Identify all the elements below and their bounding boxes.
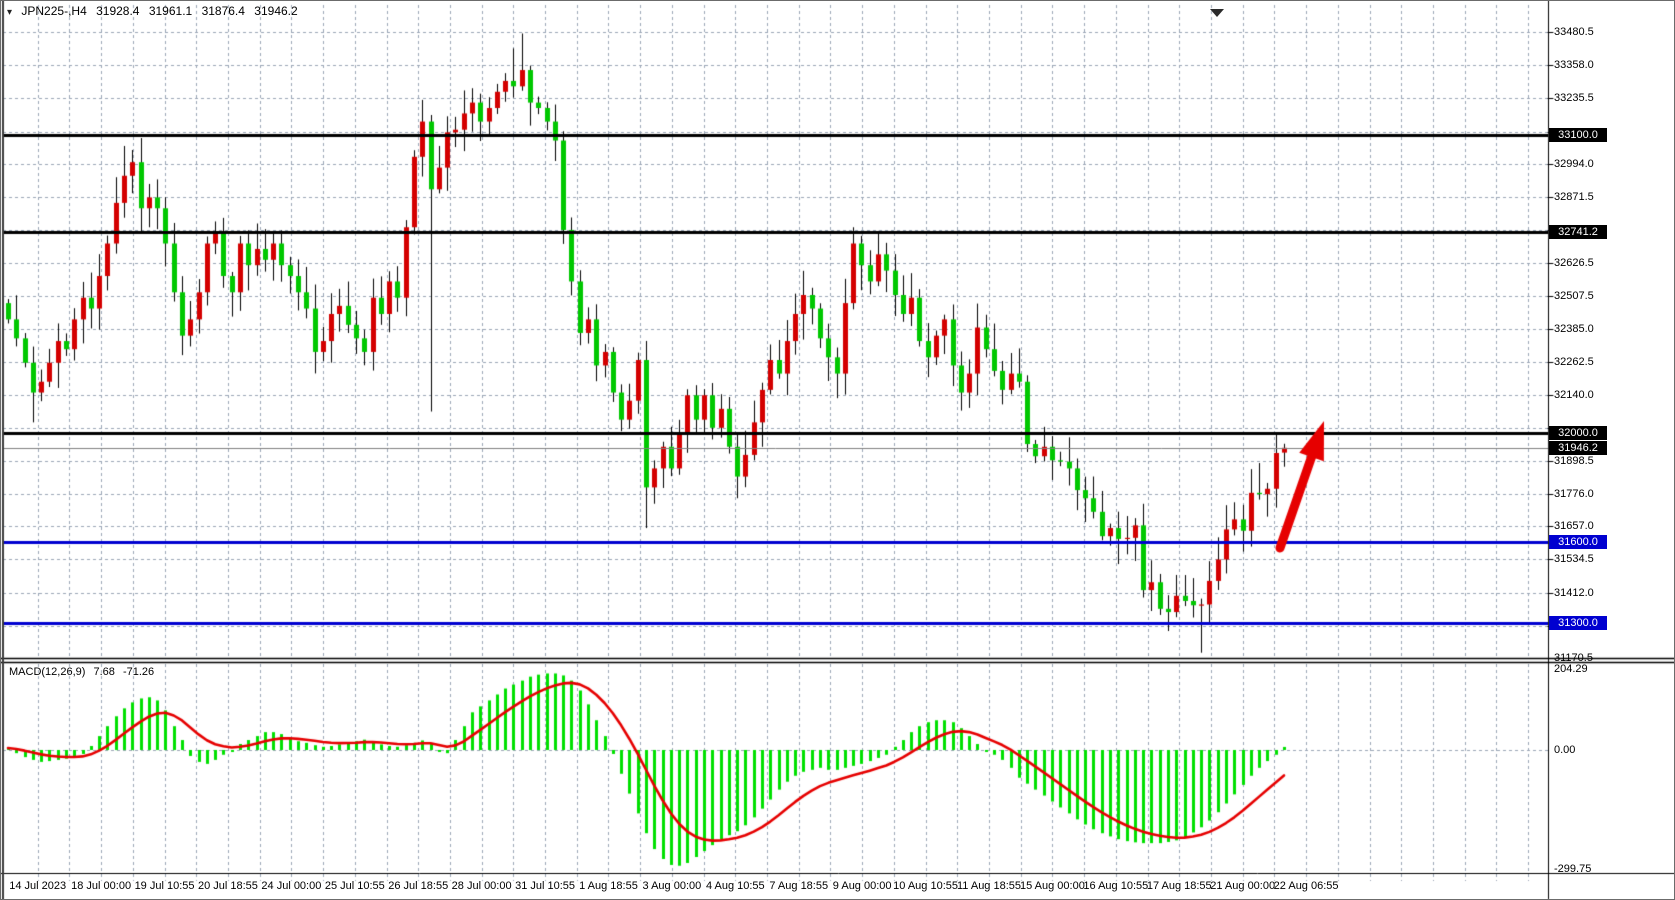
macd-name: MACD(12,26,9) bbox=[9, 666, 85, 678]
expander-icon[interactable]: ▾ bbox=[7, 7, 12, 18]
time-axis-label: 4 Aug 10:55 bbox=[706, 880, 765, 893]
price-tick-label: 31657.0 bbox=[1554, 520, 1594, 533]
price-tick-label: 33358.0 bbox=[1554, 59, 1594, 72]
chart-shift-marker-icon[interactable] bbox=[1210, 9, 1224, 17]
macd-axis-label: -299.75 bbox=[1554, 863, 1591, 876]
macd-axis-label: 0.00 bbox=[1554, 744, 1575, 757]
time-axis-label: 19 Jul 10:55 bbox=[135, 880, 195, 893]
time-axis-label: 24 Jul 00:00 bbox=[261, 880, 321, 893]
time-axis-label: 1 Aug 18:55 bbox=[579, 880, 638, 893]
readout-low: 31876.4 bbox=[202, 4, 245, 18]
price-badge: 31600.0 bbox=[1549, 535, 1607, 549]
price-badge: 33100.0 bbox=[1549, 128, 1607, 142]
readout-high: 31961.1 bbox=[149, 4, 192, 18]
time-axis-label: 14 Jul 2023 bbox=[9, 880, 66, 893]
time-axis-label: 7 Aug 18:55 bbox=[769, 880, 828, 893]
price-tick-label: 33235.5 bbox=[1554, 92, 1594, 105]
price-tick-label: 31534.5 bbox=[1554, 553, 1594, 566]
trading-chart-window: ▾ JPN225-,H4 31928.4 31961.1 31876.4 319… bbox=[0, 0, 1675, 900]
macd-axis-label: 204.29 bbox=[1554, 663, 1588, 676]
time-axis-label: 9 Aug 00:00 bbox=[833, 880, 892, 893]
readout-open: 31928.4 bbox=[96, 4, 139, 18]
time-axis-label: 28 Jul 00:00 bbox=[452, 880, 512, 893]
time-axis-label: 10 Aug 10:55 bbox=[893, 880, 958, 893]
symbol-readout: ▾ JPN225-,H4 31928.4 31961.1 31876.4 319… bbox=[7, 4, 304, 18]
price-badge: 31946.2 bbox=[1549, 441, 1607, 455]
time-axis-label: 21 Aug 00:00 bbox=[1210, 880, 1275, 893]
price-tick-label: 31776.0 bbox=[1554, 488, 1594, 501]
time-axis-label: 15 Aug 00:00 bbox=[1020, 880, 1085, 893]
time-axis-label: 31 Jul 10:55 bbox=[515, 880, 575, 893]
macd-indicator-label: MACD(12,26,9) 7.68 -71.26 bbox=[9, 666, 159, 678]
macd-value: 7.68 bbox=[93, 666, 114, 678]
time-axis-label: 16 Aug 10:55 bbox=[1083, 880, 1148, 893]
time-axis-label: 18 Jul 00:00 bbox=[71, 880, 131, 893]
price-badge: 32000.0 bbox=[1549, 426, 1607, 440]
price-tick-label: 32140.0 bbox=[1554, 389, 1594, 402]
price-tick-label: 32262.5 bbox=[1554, 356, 1594, 369]
time-axis-label: 17 Aug 18:55 bbox=[1147, 880, 1212, 893]
price-badge: 32741.2 bbox=[1549, 225, 1607, 239]
time-axis-label: 22 Aug 06:55 bbox=[1274, 880, 1339, 893]
symbol-period: JPN225-,H4 bbox=[21, 4, 86, 18]
time-axis-label: 25 Jul 10:55 bbox=[325, 880, 385, 893]
price-tick-label: 33480.5 bbox=[1554, 26, 1594, 39]
price-tick-label: 32994.0 bbox=[1554, 158, 1594, 171]
time-axis-label: 11 Aug 18:55 bbox=[957, 880, 1021, 893]
macd-signal-value: -71.26 bbox=[123, 666, 154, 678]
price-tick-label: 32385.0 bbox=[1554, 323, 1594, 336]
readout-close: 31946.2 bbox=[254, 4, 297, 18]
price-badge: 31300.0 bbox=[1549, 616, 1607, 630]
price-tick-label: 31412.0 bbox=[1554, 587, 1594, 600]
price-tick-label: 31898.5 bbox=[1554, 455, 1594, 468]
time-axis-label: 20 Jul 18:55 bbox=[198, 880, 258, 893]
time-axis-label: 3 Aug 00:00 bbox=[643, 880, 702, 893]
time-axis-label: 26 Jul 18:55 bbox=[388, 880, 448, 893]
chart-canvas[interactable] bbox=[1, 1, 1675, 900]
price-tick-label: 32871.5 bbox=[1554, 191, 1594, 204]
price-tick-label: 32507.5 bbox=[1554, 290, 1594, 303]
price-tick-label: 32626.5 bbox=[1554, 257, 1594, 270]
